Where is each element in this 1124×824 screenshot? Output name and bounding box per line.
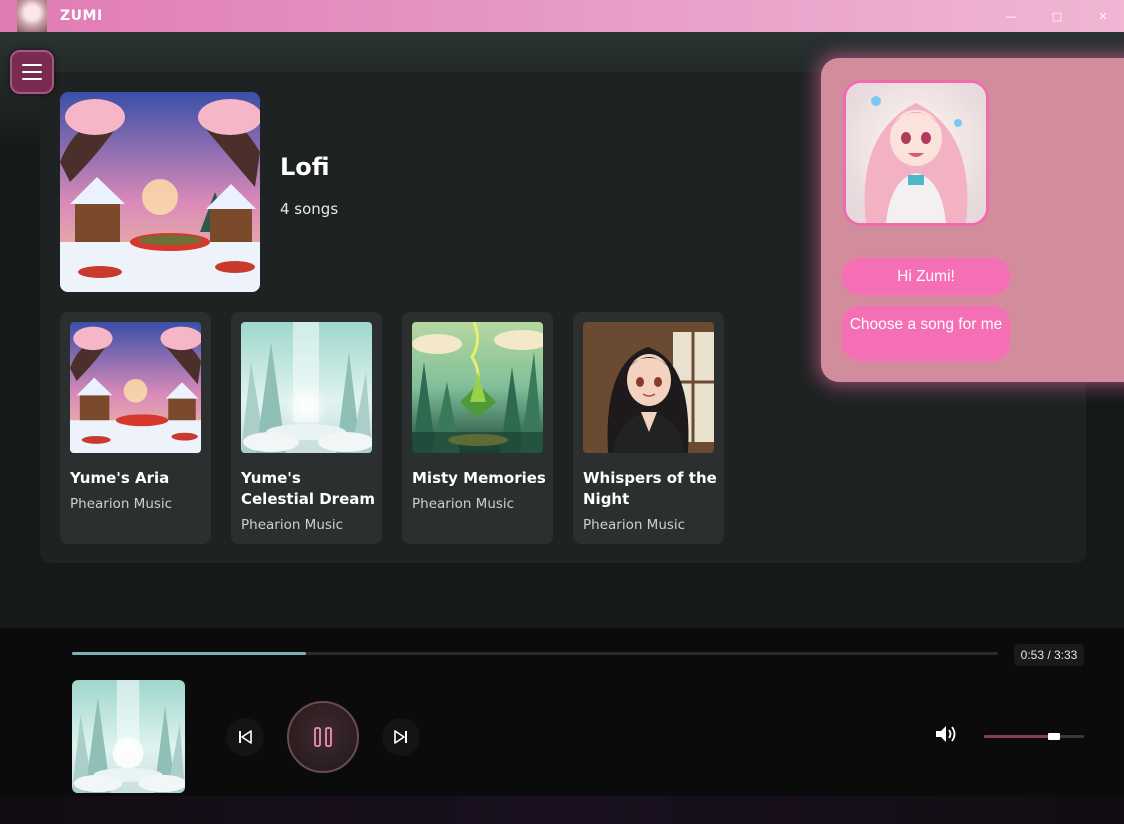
choose-song-button[interactable]: Choose a song for me xyxy=(842,306,1010,361)
song-artist: Phearion Music xyxy=(412,496,515,512)
playlist-cover-image xyxy=(60,92,260,292)
close-button[interactable]: ✕ xyxy=(1080,0,1124,32)
title-bar: ZUMI — □ ✕ xyxy=(0,0,1124,32)
player-bottom-strip xyxy=(0,796,1124,824)
time-display: 0:53 / 3:33 xyxy=(1014,644,1084,666)
song-art-image xyxy=(70,322,201,453)
song-artist: Phearion Music xyxy=(241,517,344,533)
song-card[interactable]: Misty Memories Phearion Music xyxy=(402,312,553,544)
volume-handle[interactable] xyxy=(1048,733,1060,740)
pause-button[interactable] xyxy=(287,701,359,773)
playlist-title: Lofi xyxy=(280,153,330,181)
hi-zumi-button[interactable]: Hi Zumi! xyxy=(842,258,1010,295)
volume-slider[interactable] xyxy=(984,733,1084,740)
next-button[interactable] xyxy=(382,718,420,756)
hamburger-icon-line xyxy=(22,64,42,66)
song-card[interactable]: Yume's Celestial Dream Phearion Music xyxy=(231,312,382,544)
hamburger-icon-line xyxy=(22,78,42,80)
skip-next-icon xyxy=(394,730,407,744)
playlist-song-count: 4 songs xyxy=(280,200,339,218)
song-card[interactable]: Yume's Aria Phearion Music xyxy=(60,312,211,544)
volume-icon xyxy=(936,726,956,742)
song-card[interactable]: Whispers of the Night Phearion Music xyxy=(573,312,724,544)
song-art-image xyxy=(412,322,543,453)
previous-button[interactable] xyxy=(226,718,264,756)
skip-previous-icon xyxy=(239,730,252,744)
menu-hamburger-button[interactable] xyxy=(10,50,54,94)
song-artist: Phearion Music xyxy=(70,496,173,512)
volume-fill xyxy=(984,735,1054,738)
app-title: ZUMI xyxy=(60,8,103,24)
zumi-avatar xyxy=(843,80,989,226)
volume-button[interactable] xyxy=(934,723,958,745)
hamburger-icon-line xyxy=(22,71,42,73)
maximize-button[interactable]: □ xyxy=(1034,0,1080,32)
song-title: Yume's Celestial Dream xyxy=(241,469,375,508)
progress-fill xyxy=(72,652,307,655)
song-title: Yume's Aria xyxy=(70,469,170,487)
song-title: Misty Memories xyxy=(412,469,546,487)
progress-bar[interactable] xyxy=(72,652,998,655)
app-logo-icon xyxy=(17,0,47,32)
song-artist: Phearion Music xyxy=(583,517,686,533)
pause-icon xyxy=(314,727,332,747)
minimize-button[interactable]: — xyxy=(988,0,1034,32)
now-playing-art xyxy=(72,680,185,793)
song-art-image xyxy=(241,322,372,453)
song-art-image xyxy=(583,322,714,453)
song-title: Whispers of the Night xyxy=(583,469,717,508)
